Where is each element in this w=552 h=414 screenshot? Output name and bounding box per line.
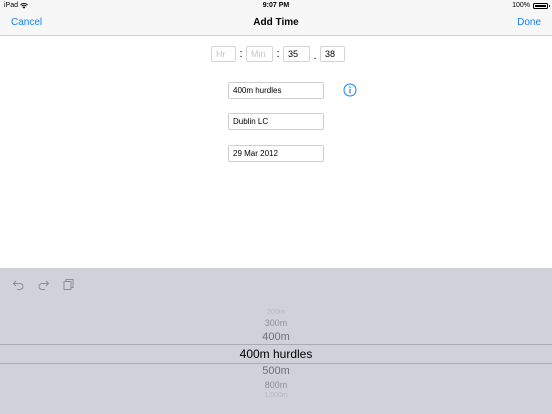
keyboard-toolbar [12,278,75,291]
time-entry-row: Hr : Min : 35 . 38 [211,46,345,62]
status-right: 100% [512,2,550,9]
minutes-field[interactable]: Min [246,46,273,62]
seconds-field[interactable]: 35 [283,46,310,62]
navigation-bar: Cancel Add Time Done [0,11,552,36]
venue-field[interactable]: Dublin LC [228,113,324,130]
page-title: Add Time [253,17,299,28]
picker-item[interactable]: 300m [0,318,552,328]
status-bar: iPad 9:07 PM 100% [0,0,552,11]
redo-icon [38,280,50,290]
info-icon[interactable] [343,83,357,97]
clipboard-icon [63,279,74,290]
time-separator: : [239,48,243,60]
picker-item-selected[interactable]: 400m hurdles [0,347,552,361]
picker-item[interactable]: 500m [0,365,552,377]
hundredths-field[interactable]: 38 [320,46,345,62]
event-picker[interactable]: 200m 300m 400m 400m hurdles 500m 800m 1,… [0,306,552,414]
picker-item[interactable]: 800m [0,380,552,390]
redo-button[interactable] [37,278,50,291]
done-button[interactable]: Done [517,17,541,28]
picker-item[interactable]: 400m [0,331,552,343]
date-field[interactable]: 29 Mar 2012 [228,145,324,162]
battery-icon [533,2,550,9]
battery-percent: 100% [512,2,530,9]
event-field[interactable]: 400m hurdles [228,82,324,99]
undo-icon [12,280,24,290]
hours-field[interactable]: Hr [211,46,236,62]
undo-button[interactable] [12,278,25,291]
picker-item[interactable]: 200m [0,309,552,316]
time-separator: : [276,48,280,60]
status-time: 9:07 PM [262,2,290,9]
paste-button[interactable] [62,278,75,291]
decimal-separator: . [313,50,317,62]
picker-item[interactable]: 1,500m [0,392,552,399]
picker-keyboard: 200m 300m 400m 400m hurdles 500m 800m 1,… [0,268,552,414]
